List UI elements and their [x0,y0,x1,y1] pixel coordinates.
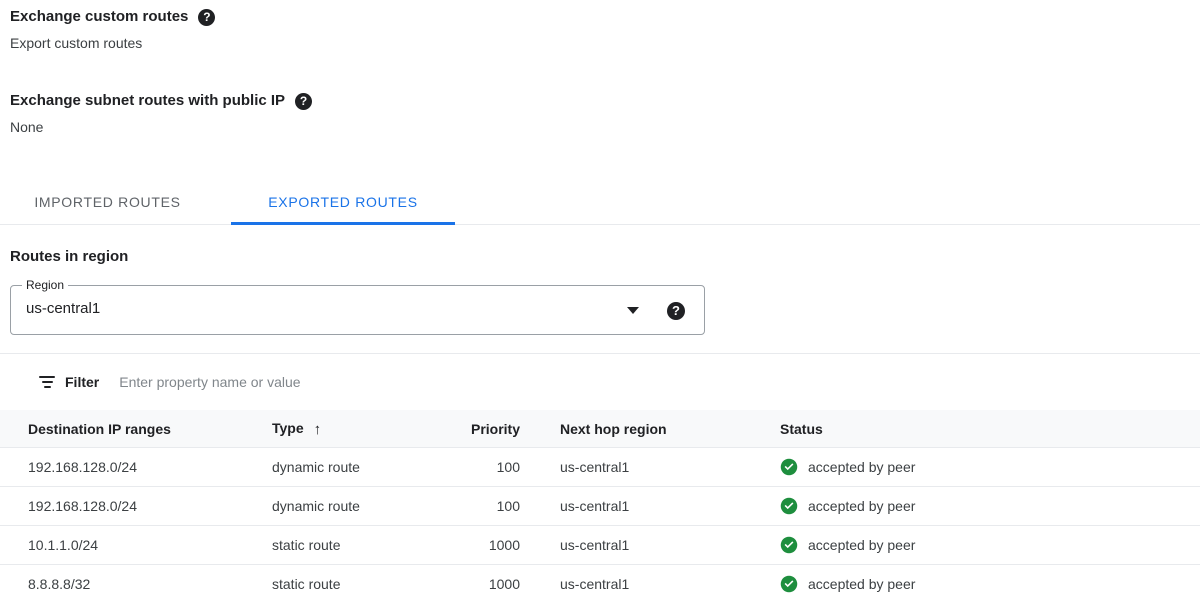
region-select-label: Region [22,278,69,292]
help-circle-icon[interactable]: ? [198,8,216,26]
chevron-down-icon[interactable] [627,307,639,314]
check-circle-icon [780,575,798,593]
routes-table: Destination IP ranges Type ↑ Priority Nex… [0,410,1200,603]
routes-tabs: IMPORTED ROUTES EXPORTED ROUTES [0,181,1200,222]
column-header-type[interactable]: Type ↑ [256,420,446,437]
tab-imported-routes[interactable]: IMPORTED ROUTES [16,181,199,222]
help-circle-icon[interactable]: ? [667,302,685,320]
region-help-wrap: ? [667,302,685,320]
check-circle-icon [780,458,798,476]
tab-active-indicator [231,222,455,225]
column-header-next-hop[interactable]: Next hop region [520,421,760,437]
sort-ascending-icon: ↑ [313,421,322,438]
region-select[interactable]: Region us-central1 ? [10,278,705,335]
table-row[interactable]: 192.168.128.0/24 dynamic route 100 us-ce… [0,486,1200,525]
cell-destination: 192.168.128.0/24 [28,459,137,475]
cell-status-label: accepted by peer [808,576,916,592]
tab-exported-routes[interactable]: EXPORTED ROUTES [231,181,455,222]
cell-status: accepted by peer [760,536,1160,554]
region-select-value: us-central1 [26,300,101,317]
table-row[interactable]: 192.168.128.0/24 dynamic route 100 us-ce… [0,447,1200,486]
filter-input[interactable] [117,373,638,391]
help-circle-icon[interactable]: ? [295,92,313,110]
exchange-subnet-routes-title: Exchange subnet routes with public IP [10,92,286,109]
exported-routes-panel: Exchange custom routes ? Export custom r… [0,0,1200,603]
check-circle-icon [780,536,798,554]
table-header-row: Destination IP ranges Type ↑ Priority Nex… [0,410,1200,447]
table-row[interactable]: 10.1.1.0/24 static route 1000 us-central… [0,525,1200,564]
cell-priority: 100 [496,459,520,475]
table-row[interactable]: 8.8.8.8/32 static route 1000 us-central1… [0,564,1200,603]
cell-priority: 1000 [488,576,520,592]
exchange-custom-routes-title: Exchange custom routes [10,8,189,25]
cell-status: accepted by peer [760,575,1160,593]
column-header-status[interactable]: Status [760,421,1160,437]
exchange-custom-routes-block: Exchange custom routes ? Export custom r… [10,7,216,52]
cell-next-hop: us-central1 [560,576,630,592]
cell-type: static route [272,576,341,592]
routes-in-region-title: Routes in region [10,248,129,265]
cell-next-hop: us-central1 [560,498,630,514]
exchange-custom-routes-value: Export custom routes [10,35,143,51]
cell-next-hop: us-central1 [560,537,630,553]
cell-status-label: accepted by peer [808,498,916,514]
column-header-type-label: Type [272,420,304,436]
cell-type: static route [272,537,341,553]
exchange-subnet-routes-value: None [10,119,44,135]
cell-next-hop: us-central1 [560,459,630,475]
cell-destination: 8.8.8.8/32 [28,576,91,592]
cell-priority: 1000 [488,537,520,553]
tabs-baseline [0,224,1200,225]
filter-label: Filter [65,374,100,390]
cell-destination: 10.1.1.0/24 [28,537,99,553]
filter-icon[interactable] [38,373,56,391]
cell-type: dynamic route [272,459,360,475]
exchange-subnet-routes-title-row: Exchange subnet routes with public IP ? [10,91,313,111]
cell-status-label: accepted by peer [808,537,916,553]
tabs-row: IMPORTED ROUTES EXPORTED ROUTES [0,181,1200,222]
cell-destination: 192.168.128.0/24 [28,498,137,514]
cell-type: dynamic route [272,498,360,514]
cell-status: accepted by peer [760,497,1160,515]
exchange-custom-routes-title-row: Exchange custom routes ? [10,7,216,27]
column-header-priority[interactable]: Priority [446,421,520,437]
cell-priority: 100 [496,498,520,514]
column-header-destination[interactable]: Destination IP ranges [0,421,256,437]
filter-bar: Filter [0,354,1200,410]
exchange-subnet-routes-block: Exchange subnet routes with public IP ? … [10,91,313,136]
cell-status-label: accepted by peer [808,459,916,475]
cell-status: accepted by peer [760,458,1160,476]
check-circle-icon [780,497,798,515]
